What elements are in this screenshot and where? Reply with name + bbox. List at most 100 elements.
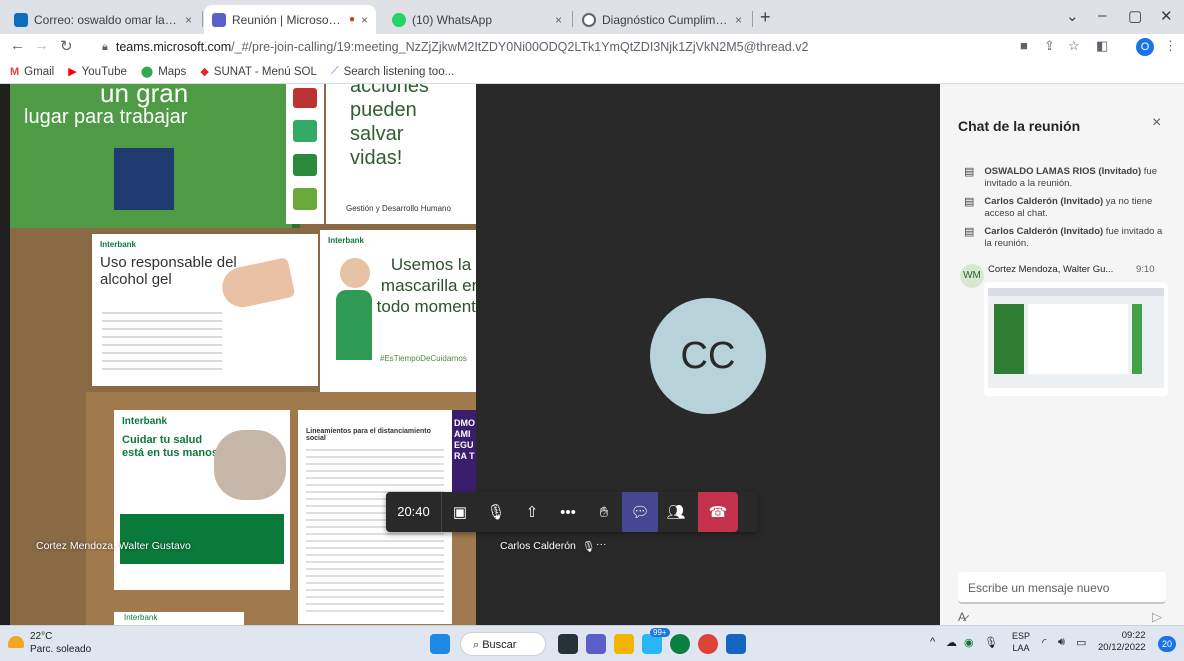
- raise-hand-button[interactable]: ✋︎: [586, 492, 622, 532]
- tab-diagnostico[interactable]: Diagnóstico Cumplimiento Ley 2 ×: [574, 5, 750, 34]
- volume-icon[interactable]: 🔊︎: [1058, 636, 1065, 649]
- bookmark-search-listening[interactable]: ⟋ Search listening too...: [331, 65, 454, 78]
- mic-tray-icon[interactable]: 🎙︎: [984, 636, 998, 649]
- onedrive-icon[interactable]: ☁: [946, 636, 957, 649]
- close-icon[interactable]: ×: [735, 13, 742, 27]
- more-actions-button[interactable]: •••: [550, 492, 586, 532]
- side-panel-icon[interactable]: ◧: [1096, 38, 1108, 54]
- gmail-icon: M: [10, 65, 20, 78]
- calendar-user-icon: ▤: [964, 196, 975, 208]
- tab-label: Diagnóstico Cumplimiento Ley 2: [602, 12, 729, 27]
- youtube-icon: ▶: [68, 66, 77, 78]
- video-tile-walter[interactable]: un gran lugar para trabajar acciones pue…: [10, 84, 476, 625]
- message-image-card[interactable]: [984, 282, 1168, 396]
- word-icon[interactable]: [726, 634, 746, 654]
- bookmark-sunat[interactable]: ◆ SUNAT - Menú SOL: [200, 65, 317, 79]
- wifi-icon[interactable]: ◜: [1042, 636, 1046, 649]
- restore-icon[interactable]: ▢: [1128, 7, 1142, 25]
- meeting-chat-panel: Chat de la reunión × ▤ OSWALDO LAMAS RIO…: [940, 84, 1184, 625]
- weather-widget[interactable]: 22°C Parc. soleado: [30, 630, 91, 656]
- weather-sun-icon: [8, 636, 24, 648]
- road-icon: [293, 120, 317, 142]
- bookmark-maps[interactable]: ⬤ Maps: [140, 65, 186, 79]
- tab-teams[interactable]: Reunión | Microsoft Teams ● ×: [204, 5, 376, 34]
- format-icon[interactable]: A̷: [958, 610, 966, 624]
- poster-line: vidas!: [350, 147, 403, 169]
- tab-separator: [752, 11, 753, 27]
- thumbnail-sidebar: [994, 304, 1024, 374]
- close-icon[interactable]: ×: [555, 13, 562, 27]
- tab-search-icon[interactable]: ⌄: [1066, 7, 1079, 25]
- hang-up-icon: ☎︎: [708, 504, 728, 521]
- poster-line: pueden: [350, 99, 417, 121]
- tab-separator: [572, 11, 573, 27]
- address-bar-row: ← → ↻ 🔒︎ teams.microsoft.com/_#/pre-join…: [0, 34, 1184, 60]
- send-icon[interactable]: ▷: [1152, 609, 1162, 625]
- system-message-text: OSWALDO LAMAS RIOS (Invitado) fue invita…: [984, 166, 1172, 190]
- participants-button[interactable]: 👥︎: [658, 492, 694, 532]
- message-time: 9:10: [1136, 264, 1155, 275]
- clock[interactable]: 09:22 20/12/2022: [1098, 630, 1146, 654]
- language-indicator[interactable]: ESP LAA: [1012, 630, 1030, 654]
- maps-pin-icon: ⬤: [140, 66, 154, 78]
- participant-more-button[interactable]: ···: [596, 538, 607, 550]
- avatar[interactable]: WM: [960, 264, 984, 288]
- video-tile-carlos[interactable]: CC Carlos Calderón 🎙︎ ···: [476, 84, 940, 625]
- handwash-photo: [214, 430, 286, 500]
- teams-meeting: un gran lugar para trabajar acciones pue…: [0, 84, 1184, 625]
- chrome-icon[interactable]: [698, 634, 718, 654]
- camera-off-button[interactable]: ▣: [442, 492, 478, 532]
- bookmark-gmail[interactable]: M Gmail: [10, 66, 54, 78]
- tab-label: Correo: oswaldo omar lamas rios: [34, 12, 179, 27]
- mic-button[interactable]: 🎙︎: [478, 492, 514, 532]
- search-listening-icon: ⟋: [330, 65, 339, 77]
- chat-close-button[interactable]: ×: [1152, 114, 1161, 132]
- camera-indicator-icon[interactable]: ■: [1020, 38, 1028, 53]
- system-message-text: Carlos Calderón (Invitado) fue invitado …: [984, 226, 1172, 250]
- store-icon[interactable]: [642, 634, 662, 654]
- bookmark-youtube[interactable]: ▶ YouTube: [68, 65, 127, 79]
- windows-start-icon[interactable]: [430, 634, 450, 654]
- new-tab-button[interactable]: +: [760, 7, 771, 28]
- bookmark-star-icon[interactable]: ☆: [1068, 38, 1080, 54]
- screenshot-thumbnail[interactable]: [988, 288, 1164, 388]
- share-screen-button[interactable]: ⇧: [514, 492, 550, 532]
- task-view-icon[interactable]: [558, 634, 578, 654]
- close-icon[interactable]: ×: [361, 13, 368, 27]
- teams-chat-icon[interactable]: [586, 634, 606, 654]
- strip-icon: [293, 88, 317, 108]
- notification-badge[interactable]: 20: [1158, 636, 1176, 652]
- profile-avatar[interactable]: O: [1136, 38, 1154, 56]
- chat-button[interactable]: 💬︎: [622, 492, 658, 532]
- poster-brand: Interbank: [124, 613, 158, 622]
- bookmark-label: Gmail: [24, 65, 55, 78]
- store-badge: 99+: [650, 628, 670, 637]
- system-message: ▤ Carlos Calderón (Invitado) ya no tiene…: [964, 196, 1172, 220]
- bookmarks-bar: M Gmail ▶ YouTube ⬤ Maps ◆ SUNAT - Menú …: [0, 60, 1184, 84]
- tab-whatsapp[interactable]: (10) WhatsApp ×: [384, 5, 570, 34]
- person-head-illustration: [340, 258, 370, 288]
- tab-outlook[interactable]: Correo: oswaldo omar lamas rios ×: [6, 5, 200, 34]
- window-close-icon[interactable]: ✕: [1160, 7, 1173, 25]
- url-input[interactable]: 🔒︎ teams.microsoft.com/_#/pre-join-calli…: [96, 35, 1006, 59]
- edge-icon[interactable]: [670, 634, 690, 654]
- minimize-icon[interactable]: –: [1098, 7, 1106, 24]
- back-icon[interactable]: ←: [10, 37, 25, 54]
- reload-icon[interactable]: ↻: [60, 37, 73, 55]
- forward-icon[interactable]: →: [34, 37, 49, 54]
- sunat-icon: ◆: [200, 66, 209, 78]
- tab-strip: Correo: oswaldo omar lamas rios × Reunió…: [0, 0, 1184, 34]
- whatsapp-tray-icon[interactable]: ◉: [964, 636, 974, 649]
- close-icon[interactable]: ×: [185, 13, 192, 27]
- taskbar: 22°C Parc. soleado ⌕ Buscar 99+ ^ ☁ ◉ 🎙︎…: [0, 625, 1184, 661]
- tray-overflow-icon[interactable]: ^: [930, 636, 935, 648]
- battery-icon[interactable]: ▭: [1076, 636, 1086, 649]
- people-icon: [293, 154, 317, 176]
- file-explorer-icon[interactable]: [614, 634, 634, 654]
- share-icon[interactable]: ⇪: [1044, 38, 1055, 54]
- hang-up-button[interactable]: ☎︎: [698, 492, 738, 532]
- message-author: Cortez Mendoza, Walter Gu...: [988, 264, 1114, 275]
- taskbar-search[interactable]: ⌕ Buscar: [460, 632, 546, 656]
- menu-icon[interactable]: ⋮: [1164, 38, 1177, 54]
- message-input[interactable]: Escribe un mensaje nuevo: [958, 572, 1166, 604]
